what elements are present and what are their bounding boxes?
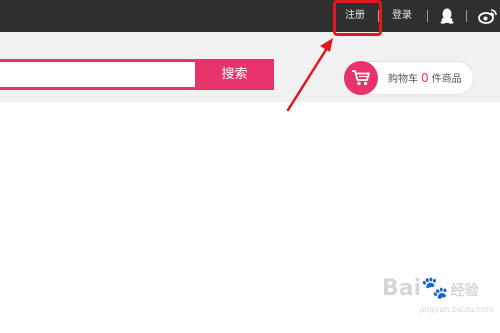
search-button[interactable]: 搜索	[195, 59, 274, 90]
cart-label: 购物车	[388, 74, 418, 85]
baidu-watermark: Bai🐾 经验	[382, 276, 479, 301]
weibo-icon[interactable]	[478, 8, 498, 24]
watermark-brand: Bai	[382, 276, 422, 301]
paw-icon: 🐾	[421, 276, 449, 301]
login-link[interactable]: 登录	[392, 9, 412, 23]
cart-summary: 购物车 0 件商品	[388, 72, 462, 86]
cart-icon	[344, 61, 378, 95]
qq-icon[interactable]	[440, 8, 454, 24]
cart-count: 0	[421, 71, 429, 85]
watermark-suffix: 经验	[450, 283, 479, 299]
top-bar: 注册 登录	[0, 0, 500, 32]
watermark-url: jingyan.baidu.com	[420, 305, 494, 314]
divider	[427, 10, 428, 22]
cart-widget[interactable]: 购物车 0 件商品	[344, 61, 474, 95]
cart-unit-label: 件商品	[431, 74, 462, 85]
search-input[interactable]	[0, 59, 195, 90]
divider	[466, 10, 467, 22]
annotation-highlight-box	[333, 0, 382, 36]
